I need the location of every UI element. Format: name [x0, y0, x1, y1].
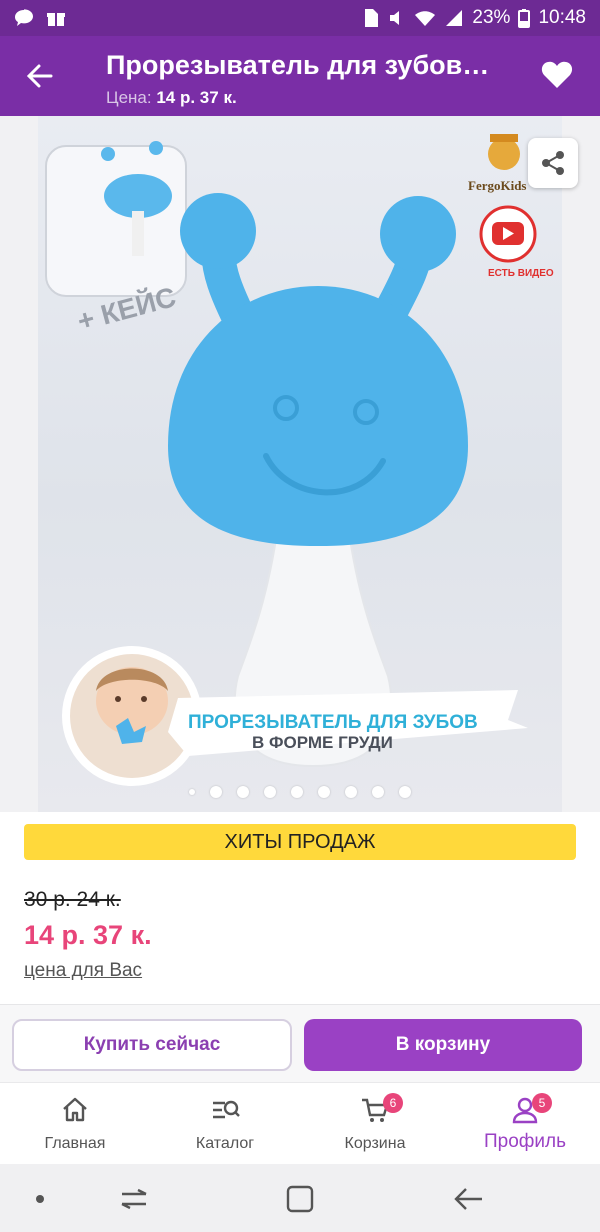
back-button[interactable]: [22, 58, 58, 94]
product-image: + КЕЙС FergoKids ЕСТЬ ВИДЕО ПРОРЕЗЫВАТЕЛ…: [38, 116, 562, 812]
gallery-pagination: [0, 786, 600, 798]
gift-icon: [47, 13, 65, 26]
tab-cart-label: Корзина: [344, 1135, 406, 1152]
product-gallery[interactable]: + КЕЙС FergoKids ЕСТЬ ВИДЕО ПРОРЕЗЫВАТЕЛ…: [0, 116, 600, 812]
action-bar: Купить сейчас В корзину: [0, 1004, 600, 1082]
home-button[interactable]: [280, 1184, 320, 1214]
tab-home[interactable]: Главная: [0, 1083, 150, 1165]
share-icon: [542, 151, 564, 175]
buy-now-button[interactable]: Купить сейчас: [12, 1019, 292, 1071]
header-price: Цена: 14 р. 37 к.: [106, 88, 237, 108]
system-nav-bar: [0, 1164, 600, 1232]
header-price-value: 14 р. 37 к.: [156, 88, 237, 107]
gallery-dot[interactable]: [291, 786, 303, 798]
header-price-label: Цена:: [106, 88, 152, 107]
bottom-tab-bar: Главная Каталог 6 Корзина 5 Профиль: [0, 1082, 600, 1164]
hits-badge: ХИТЫ ПРОДАЖ: [24, 824, 576, 860]
signal-icon: [446, 10, 463, 26]
nav-dot-button[interactable]: [20, 1184, 60, 1214]
promo-banner: ПРОРЕЗЫВАТЕЛЬ ДЛЯ ЗУБОВ В ФОРМЕ ГРУДИ: [168, 690, 528, 756]
banner-line2: В ФОРМЕ ГРУДИ: [252, 733, 393, 752]
wifi-icon: [415, 11, 436, 26]
arrow-left-icon: [26, 64, 53, 88]
gallery-dot[interactable]: [318, 786, 330, 798]
gallery-dot[interactable]: [264, 786, 276, 798]
gallery-dot[interactable]: [210, 786, 222, 798]
tab-catalog-label: Каталог: [195, 1135, 255, 1152]
gallery-dot[interactable]: [189, 789, 195, 795]
recent-apps-button[interactable]: [114, 1184, 154, 1214]
sim-icon: [365, 9, 379, 27]
tab-profile[interactable]: 5 Профиль: [450, 1083, 600, 1165]
tab-profile-label: Профиль: [483, 1131, 567, 1152]
price-for-you-link[interactable]: цена для Вас: [24, 960, 142, 982]
home-square-icon: [286, 1185, 314, 1213]
tab-cart[interactable]: 6 Корзина: [300, 1083, 450, 1165]
brand-name: FergoKids: [468, 178, 527, 193]
share-button[interactable]: [528, 138, 578, 188]
old-price: 30 р. 24 к.: [24, 888, 121, 911]
battery-icon: [518, 9, 531, 28]
gallery-dot[interactable]: [345, 786, 357, 798]
favorite-button[interactable]: [540, 58, 574, 92]
heart-icon: [541, 61, 573, 88]
app-bar: Прорезыватель для зубов… Цена: 14 р. 37 …: [0, 36, 600, 116]
brand-logo: [488, 134, 520, 170]
page-title: Прорезыватель для зубов…: [106, 50, 490, 80]
product-photo: + КЕЙС FergoKids ЕСТЬ ВИДЕО ПРОРЕЗЫВАТЕЛ…: [45, 134, 554, 786]
cart-badge: 6: [383, 1093, 403, 1113]
gallery-dot[interactable]: [237, 786, 249, 798]
gallery-dot[interactable]: [399, 786, 411, 798]
profile-badge: 5: [532, 1093, 552, 1113]
case-illustration: [45, 141, 187, 297]
system-back-button[interactable]: [448, 1184, 488, 1214]
video-label: ЕСТЬ ВИДЕО: [488, 268, 554, 279]
recent-apps-icon: [121, 1188, 147, 1210]
status-bar: 23% 10:48: [0, 0, 600, 36]
tab-home-label: Главная: [44, 1135, 106, 1152]
battery-percent: 23%: [472, 7, 511, 28]
tab-catalog[interactable]: Каталог: [150, 1083, 300, 1165]
youtube-icon: [479, 205, 537, 263]
catalog-search-icon: [213, 1100, 240, 1119]
teether-toy: [168, 193, 468, 768]
home-icon: [63, 1097, 87, 1122]
mute-icon: [390, 11, 400, 25]
add-to-cart-button[interactable]: В корзину: [304, 1019, 582, 1071]
gallery-dot[interactable]: [372, 786, 384, 798]
clock: 10:48: [538, 7, 586, 28]
current-price: 14 р. 37 к.: [24, 920, 152, 950]
back-arrow-icon: [454, 1188, 482, 1210]
dot-icon: [36, 1195, 44, 1203]
banner-line1: ПРОРЕЗЫВАТЕЛЬ ДЛЯ ЗУБОВ: [188, 712, 478, 733]
chat-bubble-icon: [15, 9, 33, 26]
